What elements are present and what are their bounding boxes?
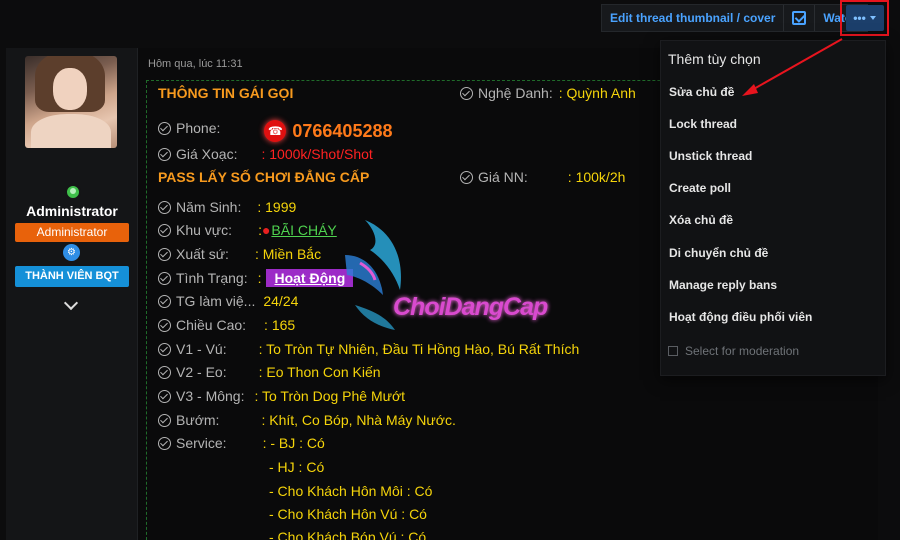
menu-item-lock-thread[interactable]: Lock thread	[669, 117, 737, 131]
user-panel: Administrator Administrator ⚙ THÀNH VIÊN…	[6, 48, 138, 540]
avatar[interactable]	[25, 56, 117, 148]
origin-row: Xuất sứ: : Miền Bắc	[158, 246, 321, 262]
birth-year-row: Năm Sinh: : 1999	[158, 199, 296, 215]
check-circle-icon	[158, 365, 171, 379]
phone-icon: ☎	[264, 120, 287, 142]
checkbox-icon	[668, 346, 678, 356]
check-circle-icon	[158, 147, 171, 161]
menu-title: Thêm tùy chọn	[668, 51, 761, 67]
post-date[interactable]: Hôm qua, lúc 11:31	[148, 58, 243, 70]
chevron-down-icon[interactable]	[64, 298, 78, 312]
area-row: Khu vực: : ● BÃI CHÁY	[158, 222, 337, 238]
check-circle-icon	[158, 271, 171, 285]
select-moderation-checkbox[interactable]: Select for moderation	[668, 344, 799, 358]
online-status-icon	[65, 184, 81, 200]
menu-item-unstick-thread[interactable]: Unstick thread	[669, 149, 752, 163]
check-circle-icon	[158, 294, 171, 308]
work-time-row: TG làm việ... 24/24	[158, 293, 298, 309]
map-pin-icon: ●	[261, 222, 271, 238]
menu-item-move-thread[interactable]: Di chuyển chủ đề	[669, 246, 768, 260]
user-role-badge: Administrator	[15, 223, 129, 242]
phone-number[interactable]: 0766405288	[292, 121, 392, 142]
price-row: Giá Xoạc: : 1000k/Shot/Shot	[158, 146, 373, 162]
menu-item-delete-thread[interactable]: Xóa chủ đề	[669, 213, 733, 227]
post-title-row: THÔNG TIN GÁI GỌI	[158, 85, 293, 101]
check-circle-icon	[158, 223, 171, 237]
check-circle-icon	[158, 389, 171, 403]
check-circle-icon	[158, 318, 171, 332]
staff-icon: ⚙	[63, 244, 80, 261]
check-circle-icon	[158, 413, 171, 427]
check-circle-icon	[460, 170, 473, 184]
price-nn-row: Giá NN: : 100k/2h	[460, 169, 625, 185]
checkbox-icon[interactable]	[784, 5, 814, 31]
area-link[interactable]: BÃI CHÁY	[271, 222, 336, 238]
status-row: Tình Trạng: : Hoạt Động	[158, 269, 354, 287]
stage-name-row: Nghệ Danh: : Quỳnh Anh	[460, 85, 636, 101]
check-circle-icon	[158, 247, 171, 261]
menu-item-create-poll[interactable]: Create poll	[669, 181, 731, 195]
more-options-menu: Thêm tùy chọn Sửa chủ đề Lock thread Uns…	[660, 40, 886, 376]
service-row: Service: : - BJ : Có	[158, 435, 325, 451]
menu-item-edit-thread[interactable]: Sửa chủ đề	[669, 85, 734, 99]
user-group-badge: THÀNH VIÊN BQT	[15, 266, 129, 287]
v2-row: V2 - Eo: : Eo Thon Con Kiến	[158, 364, 381, 380]
caret-down-icon	[869, 16, 876, 20]
service-item: - Cho Khách Hôn Môi : Có	[269, 483, 433, 499]
post-title: THÔNG TIN GÁI GỌI	[158, 85, 294, 101]
more-options-highlight: •••	[840, 0, 889, 36]
check-circle-icon	[460, 86, 473, 100]
post-subtitle: PASS LẤY SỐ CHƠI ĐẲNG CẤP	[158, 169, 370, 185]
username[interactable]: Administrator	[6, 203, 138, 219]
check-circle-icon	[158, 121, 171, 135]
menu-item-reply-bans[interactable]: Manage reply bans	[669, 278, 777, 292]
more-options-button[interactable]: •••	[845, 5, 884, 31]
edit-thumbnail-button[interactable]: Edit thread thumbnail / cover	[602, 5, 783, 31]
status-badge[interactable]: Hoạt Động	[266, 269, 354, 287]
phone-row: Phone: ☎ 0766405288	[158, 114, 392, 142]
service-item: - Cho Khách Bóp Vú : Có	[269, 529, 427, 540]
check-circle-icon	[158, 200, 171, 214]
thread-toolbar: Edit thread thumbnail / cover Watch	[601, 4, 868, 32]
service-item: - Cho Khách Hôn Vú : Có	[269, 506, 427, 522]
v3-row: V3 - Mông: : To Tròn Dog Phê Mướt	[158, 388, 405, 404]
menu-item-moderator-actions[interactable]: Hoạt động điều phối viên	[669, 310, 812, 324]
v1-row: V1 - Vú: : To Tròn Tự Nhiên, Đầu Ti Hồng…	[158, 341, 579, 357]
check-circle-icon	[158, 436, 171, 450]
service-item: - HJ : Có	[269, 459, 325, 475]
page: Administrator Administrator ⚙ THÀNH VIÊN…	[0, 0, 900, 540]
buom-row: Bướm: : Khít, Co Bóp, Nhà Máy Nước.	[158, 412, 456, 428]
subtitle-row: PASS LẤY SỐ CHƠI ĐẲNG CẤP	[158, 169, 369, 185]
check-circle-icon	[158, 342, 171, 356]
height-row: Chiều Cao: : 165	[158, 317, 295, 333]
